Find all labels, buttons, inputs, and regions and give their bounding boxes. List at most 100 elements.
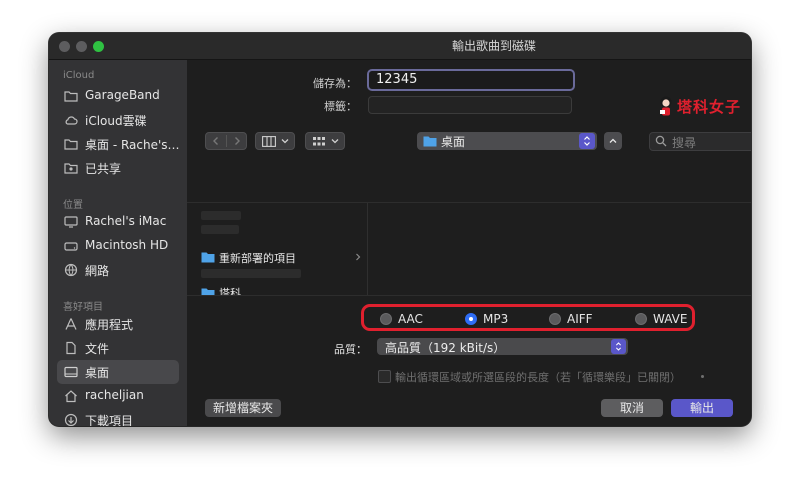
- radio-aiff[interactable]: [549, 313, 561, 325]
- list-item-label: 塔科: [219, 287, 241, 295]
- window-title: 輸出歌曲到磁碟: [451, 39, 536, 53]
- list-item[interactable]: 重新部署的項目: [195, 248, 365, 266]
- view-mode-button[interactable]: [255, 132, 295, 150]
- grid-view-icon: [313, 137, 325, 146]
- radio-wave-label: WAVE: [653, 312, 688, 326]
- column-divider: [367, 203, 368, 295]
- blurred-row: [201, 211, 241, 220]
- list-item-label: 重新部署的項目: [219, 252, 296, 265]
- search-field[interactable]: 搜尋: [649, 132, 751, 151]
- cycle-checkbox-label: 輸出循環區域或所選區段的長度（若「循環樂段」已關閉）: [395, 371, 681, 384]
- radio-aac[interactable]: [380, 313, 392, 325]
- columns-view-icon: [262, 136, 276, 147]
- shared-folder-icon: [64, 163, 78, 174]
- cancel-button[interactable]: 取消: [601, 399, 663, 417]
- quality-popup[interactable]: 高品質（192 kBit/s）: [377, 338, 628, 355]
- save-as-input[interactable]: 12345: [367, 69, 575, 91]
- drive-icon: [64, 242, 78, 251]
- location-popup[interactable]: 桌面: [417, 132, 597, 150]
- radio-mp3[interactable]: [465, 313, 477, 325]
- radio-aiff-label: AIFF: [567, 312, 593, 326]
- tags-label: 標籤：: [324, 100, 357, 113]
- title-bar[interactable]: 輸出歌曲到磁碟: [49, 33, 751, 60]
- radio-mp3-label: MP3: [483, 312, 509, 326]
- sidebar-item-downloads[interactable]: 下載項目: [57, 408, 179, 426]
- sidebar-item-shared[interactable]: 已共享: [57, 156, 179, 180]
- sidebar-item-label: Macintosh HD: [85, 238, 169, 252]
- up-down-chevron-icon: [615, 342, 622, 351]
- collapse-button[interactable]: [604, 132, 622, 150]
- watermark-text: 塔科女子: [677, 98, 742, 116]
- sidebar-item-macintosh-hd[interactable]: Macintosh HD: [57, 234, 179, 258]
- tags-input[interactable]: [368, 96, 572, 114]
- cloud-icon: [65, 116, 78, 125]
- sidebar-item-documents[interactable]: 文件: [57, 336, 179, 360]
- sidebar-section-icloud: iCloud: [63, 70, 95, 81]
- up-down-chevron-icon: [584, 136, 590, 146]
- folder-icon: [64, 139, 78, 150]
- save-as-label: 儲存為：: [313, 77, 357, 90]
- sidebar-item-label: 文件: [85, 342, 110, 356]
- sidebar-item-icloud-desktop[interactable]: 桌面 - Rache's…: [57, 132, 180, 156]
- imac-icon: [64, 216, 78, 228]
- folder-icon: [423, 136, 437, 147]
- sidebar-item-applications[interactable]: 應用程式: [57, 312, 179, 336]
- home-icon: [65, 390, 77, 403]
- group-button[interactable]: [305, 132, 345, 150]
- main-panel: 儲存為： 12345 標籤： 塔科女子 桌面 搜尋 重新部署的項目 塔科 AAC…: [187, 60, 751, 426]
- sidebar-item-label: iCloud雲碟: [85, 114, 147, 128]
- chevron-up-icon: [609, 138, 617, 143]
- document-icon: [66, 341, 76, 355]
- folder-icon: [201, 288, 215, 295]
- sidebar-item-label: 應用程式: [85, 318, 134, 332]
- cycle-checkbox[interactable]: [378, 370, 391, 383]
- zoom-window-button[interactable]: [93, 41, 104, 52]
- sidebar-item-label: 已共享: [85, 162, 122, 176]
- sidebar-item-garageband[interactable]: GarageBand: [57, 84, 179, 108]
- chevron-right-icon[interactable]: [232, 136, 242, 146]
- sidebar-item-desktop[interactable]: 桌面: [57, 360, 179, 384]
- folder-icon: [64, 91, 78, 102]
- new-folder-button[interactable]: 新增檔案夾: [205, 399, 281, 417]
- minimize-window-button[interactable]: [76, 41, 87, 52]
- chevron-down-icon: [281, 139, 289, 144]
- chevron-left-icon[interactable]: [211, 136, 221, 146]
- apps-icon: [65, 318, 77, 330]
- location-label: 桌面: [441, 135, 466, 149]
- sidebar-item-label: Rachel's iMac: [85, 214, 167, 228]
- quality-stepper: [611, 339, 626, 354]
- blurred-row: [201, 269, 301, 278]
- location-stepper: [579, 133, 595, 149]
- close-window-button[interactable]: [59, 41, 70, 52]
- sidebar-section-favorites: 喜好項目: [63, 302, 103, 313]
- save-as-value: 12345: [376, 72, 418, 87]
- search-icon: [655, 135, 667, 147]
- watermark-logo: 塔科女子: [657, 95, 747, 119]
- radio-wave[interactable]: [635, 313, 647, 325]
- file-browser: 重新部署的項目 塔科: [187, 202, 751, 296]
- globe-icon: [64, 263, 78, 277]
- list-item[interactable]: 塔科: [195, 283, 365, 295]
- sidebar-item-icloud-drive[interactable]: iCloud雲碟: [57, 108, 179, 132]
- sidebar-item-label: 桌面: [85, 366, 110, 380]
- sidebar-item-label: 下載項目: [85, 414, 134, 426]
- dot-icon: [701, 375, 704, 378]
- download-icon: [64, 413, 78, 426]
- sidebar-item-label: 網路: [85, 264, 110, 278]
- sidebar-item-home[interactable]: racheljian: [57, 384, 179, 408]
- chevron-down-icon: [331, 139, 339, 144]
- blurred-row: [201, 225, 239, 234]
- quality-label: 品質：: [334, 343, 367, 356]
- export-button[interactable]: 輸出: [671, 399, 733, 417]
- girl-avatar-icon: [660, 96, 672, 116]
- desktop-icon: [64, 366, 78, 378]
- chevron-right-icon: [356, 253, 361, 261]
- sidebar-item-label: racheljian: [85, 388, 144, 402]
- sidebar: iCloud GarageBand iCloud雲碟 桌面 - Rache's……: [49, 60, 187, 426]
- quality-value: 高品質（192 kBit/s）: [385, 341, 506, 355]
- sidebar-item-network[interactable]: 網路: [57, 258, 179, 282]
- sidebar-item-imac[interactable]: Rachel's iMac: [57, 210, 179, 234]
- search-placeholder: 搜尋: [672, 136, 697, 150]
- folder-icon: [201, 252, 215, 263]
- radio-aac-label: AAC: [398, 312, 423, 326]
